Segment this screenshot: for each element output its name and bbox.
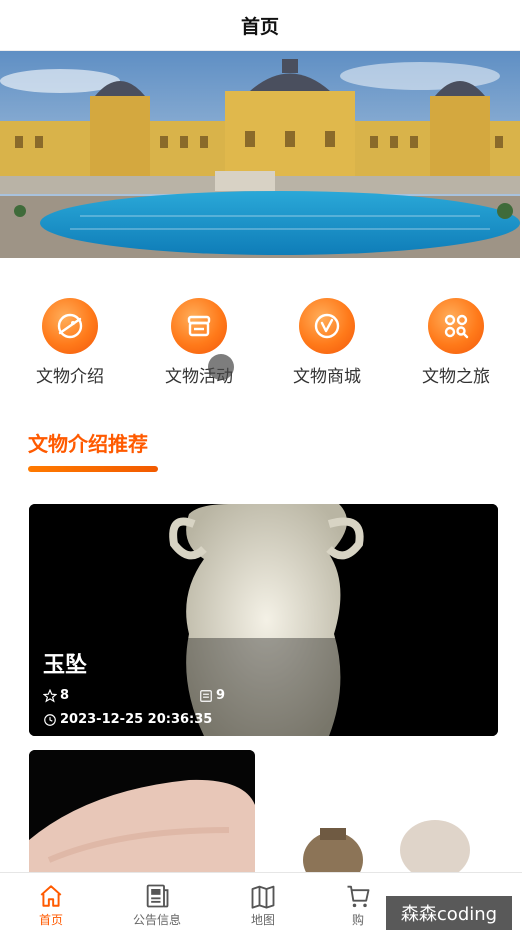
cart-icon — [347, 885, 370, 908]
publish-time: 2023-12-25 20:36:35 — [43, 712, 212, 727]
artifact-image — [265, 750, 520, 890]
quick-nav-item-activity[interactable]: 文物活动 — [149, 298, 249, 387]
tab-map[interactable]: 地图 — [223, 881, 303, 928]
apps-search-icon — [428, 298, 484, 354]
card-title: 玉坠 — [43, 653, 88, 678]
quick-nav-item-mall[interactable]: 文物商城 — [277, 298, 377, 387]
tab-label: 公告信息 — [132, 913, 181, 927]
section-underline — [28, 466, 158, 472]
quick-nav: 文物介绍 文物活动 文物商城 文物之旅 — [0, 298, 522, 388]
tab-label: 首页 — [38, 913, 63, 927]
watermark: 森森coding — [386, 896, 512, 930]
views-icon — [200, 689, 212, 702]
quick-nav-label: 文物活动 — [165, 367, 233, 387]
touch-indicator — [208, 354, 234, 380]
page-title: 首页 — [240, 15, 279, 38]
banner-carousel[interactable] — [0, 51, 520, 258]
shop-icon — [171, 298, 227, 354]
section-title: 文物介绍推荐 — [28, 432, 148, 456]
tab-label: 地图 — [250, 913, 275, 927]
tab-announcements[interactable]: 公告信息 — [117, 881, 197, 928]
tab-home[interactable]: 首页 — [11, 881, 91, 928]
quick-nav-label: 文物介绍 — [36, 367, 104, 387]
map-icon — [251, 885, 275, 909]
planet-icon — [42, 298, 98, 354]
home-icon — [40, 885, 62, 907]
view-count: 9 — [199, 688, 225, 703]
star-count: 8 — [43, 688, 69, 703]
quick-nav-label: 文物之旅 — [422, 367, 490, 387]
item-card[interactable] — [265, 750, 520, 890]
clock-icon — [44, 713, 56, 726]
quick-nav-item-tour[interactable]: 文物之旅 — [406, 298, 506, 387]
star-icon — [43, 688, 57, 703]
quick-nav-item-intro[interactable]: 文物介绍 — [20, 298, 120, 387]
page-header: 首页 — [0, 0, 520, 51]
featured-card[interactable]: 玉坠 8 9 2023-12-25 20:36:35 — [29, 504, 498, 736]
banner-image — [0, 51, 520, 258]
news-icon — [146, 884, 169, 908]
quick-nav-label: 文物商城 — [293, 367, 361, 387]
v-badge-icon — [299, 298, 355, 354]
